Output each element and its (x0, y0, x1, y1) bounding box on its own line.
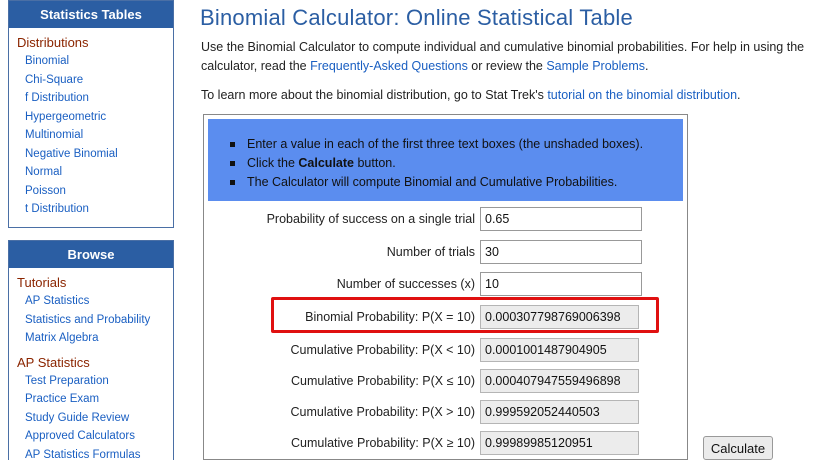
instruction-2: Click the Calculate button. (230, 154, 683, 173)
sidebar-link-f-distribution[interactable]: f Distribution (17, 89, 173, 108)
sidebar-link-poisson[interactable]: Poisson (17, 182, 173, 201)
sidebar-link-binomial[interactable]: Binomial (17, 52, 173, 71)
cumulative-greater-output: 0.999592052440503 (480, 400, 639, 424)
sample-problems-link[interactable]: Sample Problems (546, 59, 645, 73)
probability-input[interactable]: 0.65 (480, 207, 642, 231)
sidebar-link-practice-exam[interactable]: Practice Exam (17, 390, 173, 409)
cumulative-less-equal-output: 0.000407947559496898 (480, 369, 639, 393)
learn-end: . (737, 88, 741, 102)
cumulative-greater-equal-label: Cumulative Probability: P(X ≥ 10) (290, 436, 475, 450)
probability-row: Probability of success on a single trial… (204, 207, 689, 231)
cumulative-less-label: Cumulative Probability: P(X < 10) (290, 343, 475, 357)
trials-label: Number of trials (386, 245, 475, 259)
instruction-2-pre: Click the (247, 156, 299, 170)
sidebar-link-test-preparation[interactable]: Test Preparation (17, 372, 173, 391)
sidebar-link-approved-calculators[interactable]: Approved Calculators (17, 427, 173, 446)
cumulative-less-equal-label: Cumulative Probability: P(X ≤ 10) (290, 374, 475, 388)
cumulative-less-equal-row: Cumulative Probability: P(X ≤ 10) 0.0004… (204, 369, 689, 393)
sidebar-link-t-distribution[interactable]: t Distribution (17, 200, 173, 219)
sidebar-link-ap-statistics-formulas[interactable]: AP Statistics Formulas (17, 446, 173, 460)
instruction-1: Enter a value in each of the first three… (230, 135, 683, 154)
cumulative-greater-equal-row: Cumulative Probability: P(X ≥ 10) 0.9998… (204, 431, 689, 455)
instruction-3: The Calculator will compute Binomial and… (230, 173, 683, 192)
statistics-tables-header: Statistics Tables (9, 1, 173, 28)
learn-text: To learn more about the binomial distrib… (201, 88, 548, 102)
cumulative-greater-label: Cumulative Probability: P(X > 10) (290, 405, 475, 419)
instruction-2-bold: Calculate (298, 156, 354, 170)
binomial-probability-row: Binomial Probability: P(X = 10) 0.000307… (204, 305, 689, 329)
probability-label: Probability of success on a single trial (266, 212, 475, 226)
sidebar-link-study-guide-review[interactable]: Study Guide Review (17, 409, 173, 428)
binomial-probability-label: Binomial Probability: P(X = 10) (305, 310, 475, 324)
ap-statistics-section-title: AP Statistics (17, 354, 90, 370)
sidebar-link-negative-binomial[interactable]: Negative Binomial (17, 145, 173, 164)
intro-text-3: . (645, 59, 649, 73)
sidebar-link-matrix-algebra[interactable]: Matrix Algebra (17, 329, 173, 348)
cumulative-greater-row: Cumulative Probability: P(X > 10) 0.9995… (204, 400, 689, 424)
instructions-box: Enter a value in each of the first three… (208, 119, 683, 201)
successes-label: Number of successes (x) (336, 277, 475, 291)
intro-text-2: or review the (467, 59, 547, 73)
sidebar-link-normal[interactable]: Normal (17, 163, 173, 182)
sidebar-link-statistics-and-probability[interactable]: Statistics and Probability (17, 311, 173, 330)
trials-row: Number of trials 30 (204, 240, 689, 264)
browse-header: Browse (9, 241, 173, 268)
calculator-panel: Enter a value in each of the first three… (203, 114, 688, 460)
cumulative-greater-equal-output: 0.99989985120951 (480, 431, 639, 455)
sidebar-link-ap-statistics[interactable]: AP Statistics (17, 292, 173, 311)
intro-paragraph: Use the Binomial Calculator to compute i… (201, 38, 806, 76)
distributions-section-title: Distributions (17, 35, 89, 50)
successes-input[interactable]: 10 (480, 272, 642, 296)
successes-row: Number of successes (x) 10 (204, 272, 689, 296)
binomial-probability-output: 0.000307798769006398 (480, 305, 639, 329)
learn-more-paragraph: To learn more about the binomial distrib… (201, 88, 741, 102)
calculate-button[interactable]: Calculate (703, 436, 773, 460)
cumulative-less-output: 0.0001001487904905 (480, 338, 639, 362)
browse-box: Browse Tutorials AP Statistics Statistic… (8, 240, 174, 460)
sidebar-link-chi-square[interactable]: Chi-Square (17, 71, 173, 90)
cumulative-less-row: Cumulative Probability: P(X < 10) 0.0001… (204, 338, 689, 362)
instruction-2-post: button. (354, 156, 396, 170)
sidebar-link-multinomial[interactable]: Multinomial (17, 126, 173, 145)
page-title: Binomial Calculator: Online Statistical … (200, 5, 633, 30)
trials-input[interactable]: 30 (480, 240, 642, 264)
sidebar-link-hypergeometric[interactable]: Hypergeometric (17, 108, 173, 127)
tutorials-section-title: Tutorials (17, 275, 67, 290)
tutorial-link[interactable]: tutorial on the binomial distribution (547, 88, 737, 102)
faq-link[interactable]: Frequently-Asked Questions (310, 59, 468, 73)
statistics-tables-box: Statistics Tables Distributions Binomial… (8, 0, 174, 228)
